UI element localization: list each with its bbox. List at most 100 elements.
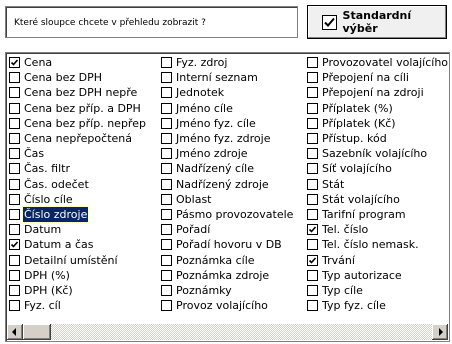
option-checkbox[interactable] [9, 300, 20, 312]
option-checkbox[interactable] [307, 269, 318, 281]
column-option[interactable]: Tel. číslo nemask. [307, 237, 448, 252]
option-checkbox[interactable] [9, 102, 20, 114]
option-checkbox[interactable] [307, 208, 318, 220]
option-checkbox[interactable] [9, 72, 20, 84]
column-option[interactable]: Nadřízený zdroje [161, 177, 307, 192]
column-option[interactable]: Typ fyz. cíle [307, 298, 448, 313]
column-option[interactable]: Přepojení na cíli [307, 70, 448, 85]
column-option[interactable]: Příplatek (Kč) [307, 116, 448, 131]
option-checkbox[interactable] [307, 178, 318, 190]
column-option[interactable]: Fyz. zdroj [161, 55, 307, 70]
column-option[interactable]: Čas [9, 146, 161, 161]
column-option[interactable]: Poznámky [161, 283, 307, 298]
option-checkbox[interactable] [9, 224, 20, 236]
scroll-right-button[interactable] [432, 324, 448, 340]
column-option[interactable]: Čas. odečet [9, 177, 161, 192]
column-option[interactable]: Příplatek (%) [307, 101, 448, 116]
column-option[interactable]: Pořadí hovoru v DB [161, 237, 307, 252]
option-checkbox[interactable] [9, 254, 20, 266]
column-option[interactable]: DPH (%) [9, 268, 161, 283]
column-option[interactable]: Přepojení na zdroji [307, 85, 448, 100]
option-checkbox[interactable] [161, 208, 172, 220]
column-option[interactable]: Jméno cíle [161, 101, 307, 116]
option-checkbox[interactable] [9, 87, 20, 99]
option-checkbox[interactable] [307, 284, 318, 296]
option-checkbox[interactable] [161, 269, 172, 281]
column-option[interactable]: Síť volajícího [307, 161, 448, 176]
option-checkbox[interactable] [9, 284, 20, 296]
column-option[interactable]: Interní seznam [161, 70, 307, 85]
option-checkbox[interactable] [307, 239, 318, 251]
column-option[interactable]: Jméno fyz. zdroje [161, 131, 307, 146]
column-option[interactable]: DPH (Kč) [9, 283, 161, 298]
column-option[interactable]: Trvání [307, 252, 448, 267]
option-checkbox[interactable] [161, 284, 172, 296]
option-checkbox[interactable] [9, 193, 20, 205]
column-option[interactable]: Stát [307, 177, 448, 192]
option-checkbox[interactable] [307, 254, 318, 266]
option-checkbox[interactable] [161, 117, 172, 129]
column-option[interactable]: Přístup. kód [307, 131, 448, 146]
option-checkbox[interactable] [161, 102, 172, 114]
column-option[interactable]: Datum a čas [9, 237, 161, 252]
column-option[interactable]: Poznámka zdroje [161, 268, 307, 283]
column-option[interactable]: Cena nepřepočtená [9, 131, 161, 146]
option-checkbox[interactable] [9, 148, 20, 160]
column-option[interactable]: Tarifní program [307, 207, 448, 222]
columns-listbox[interactable]: Cena Cena bez DPH Cena bez DPH nepře Cena b… [5, 52, 450, 342]
column-option[interactable]: Cena bez příp. nepřep [9, 116, 161, 131]
option-checkbox[interactable] [307, 163, 318, 175]
standard-selection-button[interactable]: Standardní výběr [307, 5, 447, 39]
column-option[interactable]: Cena bez DPH nepře [9, 85, 161, 100]
option-checkbox[interactable] [161, 254, 172, 266]
option-checkbox[interactable] [161, 72, 172, 84]
column-option[interactable]: Číslo cíle [9, 192, 161, 207]
column-option[interactable]: Pořadí [161, 222, 307, 237]
column-option[interactable]: Stát volajícího [307, 192, 448, 207]
option-checkbox[interactable] [161, 239, 172, 251]
option-checkbox[interactable] [161, 87, 172, 99]
column-option[interactable]: Sazebník volajícího [307, 146, 448, 161]
column-option[interactable]: Poznámka cíle [161, 252, 307, 267]
column-option[interactable]: Detailní umístění [9, 252, 161, 267]
option-checkbox[interactable] [307, 87, 318, 99]
option-checkbox[interactable] [9, 178, 20, 190]
option-checkbox[interactable] [9, 57, 20, 69]
column-option[interactable]: Číslo zdroje [9, 205, 161, 223]
option-checkbox[interactable] [307, 224, 318, 236]
column-option[interactable]: Typ cíle [307, 283, 448, 298]
option-checkbox[interactable] [161, 224, 172, 236]
column-option[interactable]: Jednotek [161, 85, 307, 100]
option-checkbox[interactable] [9, 239, 20, 251]
option-checkbox[interactable] [307, 117, 318, 129]
scroll-left-button[interactable] [7, 324, 23, 340]
option-checkbox[interactable] [307, 148, 318, 160]
option-checkbox[interactable] [161, 148, 172, 160]
option-checkbox[interactable] [307, 193, 318, 205]
column-option[interactable]: Jméno zdroje [161, 146, 307, 161]
option-checkbox[interactable] [9, 117, 20, 129]
option-checkbox[interactable] [307, 72, 318, 84]
column-option[interactable]: Fyz. cíl [9, 298, 161, 313]
scrollbar-thumb[interactable] [23, 324, 51, 340]
option-checkbox[interactable] [307, 102, 318, 114]
option-checkbox[interactable] [161, 133, 172, 145]
option-checkbox[interactable] [9, 208, 20, 220]
column-option[interactable]: Cena [9, 55, 161, 70]
column-option[interactable]: Čas. filtr [9, 161, 161, 176]
option-checkbox[interactable] [9, 133, 20, 145]
column-option[interactable]: Provozovatel volajícího [307, 55, 448, 70]
option-checkbox[interactable] [161, 300, 172, 312]
option-checkbox[interactable] [161, 193, 172, 205]
column-option[interactable]: Pásmo provozovatele [161, 207, 307, 222]
standard-selection-checkbox[interactable] [322, 14, 337, 30]
option-checkbox[interactable] [307, 133, 318, 145]
option-checkbox[interactable] [9, 269, 20, 281]
column-option[interactable]: Cena bez DPH [9, 70, 161, 85]
column-option[interactable]: Datum [9, 222, 161, 237]
option-checkbox[interactable] [9, 163, 20, 175]
option-checkbox[interactable] [161, 163, 172, 175]
column-option[interactable]: Cena bez příp. a DPH [9, 101, 161, 116]
option-checkbox[interactable] [307, 300, 318, 312]
column-option[interactable]: Nadřízený cíle [161, 161, 307, 176]
